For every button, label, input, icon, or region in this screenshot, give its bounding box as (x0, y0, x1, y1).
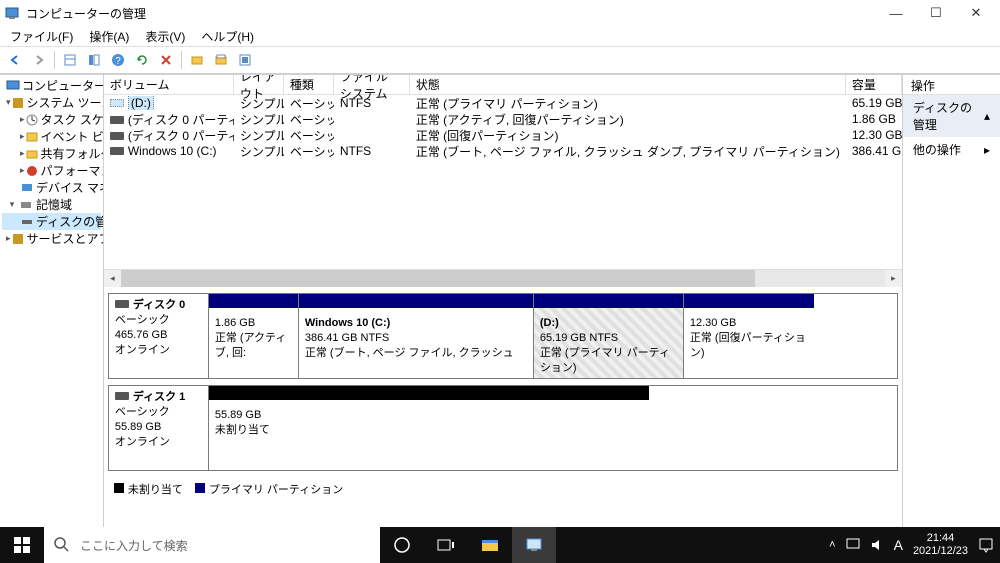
scroll-right-icon[interactable]: ▸ (885, 270, 902, 287)
tb-delete-icon[interactable] (155, 49, 177, 71)
tree-shared-folders[interactable]: ▸共有フォルダー (2, 145, 101, 162)
tools-icon (11, 95, 25, 111)
menu-help[interactable]: ヘルプ(H) (195, 26, 260, 47)
tb-icon-1[interactable] (59, 49, 81, 71)
nav-tree[interactable]: コンピューターの管理 (ローカル) ▾システム ツール ▸タスク スケジューラ … (0, 75, 104, 527)
volume-row[interactable]: (D:)シンプルベーシックNTFS正常 (プライマリ パーティション)65.19… (104, 95, 902, 111)
task-view-icon[interactable] (424, 527, 468, 563)
system-tray: ˄ A 21:44 2021/12/23 (823, 532, 1000, 558)
partition[interactable]: 1.86 GB正常 (アクティブ, 回: (209, 294, 299, 378)
computer-icon (6, 78, 20, 94)
tree-root[interactable]: コンピューターの管理 (ローカル) (2, 77, 101, 94)
volume-header: ボリューム レイアウト 種類 ファイル システム 状態 容量 (104, 75, 902, 95)
maximize-button[interactable]: ☐ (916, 0, 956, 26)
col-type[interactable]: 種類 (284, 75, 334, 94)
cortana-icon[interactable] (380, 527, 424, 563)
folder-icon (25, 146, 39, 162)
partition[interactable]: 12.30 GB正常 (回復パーティション) (684, 294, 814, 378)
scroll-left-icon[interactable]: ◂ (104, 270, 121, 287)
scroll-track[interactable] (121, 270, 885, 287)
volume-row[interactable]: Windows 10 (C:)シンプルベーシックNTFS正常 (ブート, ページ… (104, 143, 902, 159)
event-icon (25, 129, 39, 145)
actions-header: 操作 (903, 75, 1000, 95)
volume-row[interactable]: (ディスク 0 パーティション 1)シンプルベーシック正常 (アクティブ, 回復… (104, 111, 902, 127)
h-scrollbar[interactable]: ◂ ▸ (104, 269, 902, 286)
clock-icon (25, 112, 39, 128)
tree-performance[interactable]: ▸パフォーマンス (2, 162, 101, 179)
app-icon (4, 5, 20, 21)
collapse-icon: ▴ (984, 109, 990, 123)
minimize-button[interactable]: — (876, 0, 916, 26)
back-button[interactable] (4, 49, 26, 71)
col-layout[interactable]: レイアウト (234, 75, 284, 94)
tree-task-scheduler[interactable]: ▸タスク スケジューラ (2, 111, 101, 128)
disk-graphical-view: ディスク 0ベーシック465.76 GBオンライン1.86 GB正常 (アクティ… (104, 287, 902, 527)
partition[interactable]: Windows 10 (C:)386.41 GB NTFS正常 (ブート, ペー… (299, 294, 534, 378)
volume-body[interactable]: (D:)シンプルベーシックNTFS正常 (プライマリ パーティション)65.19… (104, 95, 902, 269)
tb-icon-5[interactable] (186, 49, 208, 71)
menu-file[interactable]: ファイル(F) (4, 26, 79, 47)
expand-icon: ▸ (984, 143, 990, 157)
partition[interactable]: (D:)65.19 GB NTFS正常 (プライマリ パーティション) (534, 294, 684, 378)
tb-icon-2[interactable] (83, 49, 105, 71)
network-icon[interactable] (846, 538, 860, 552)
partition[interactable]: 55.89 GB未割り当て (209, 386, 649, 470)
device-icon (20, 180, 34, 196)
taskbar: ここに入力して検索 ˄ A 21:44 2021/12/23 (0, 527, 1000, 563)
explorer-icon[interactable] (468, 527, 512, 563)
tb-refresh-icon[interactable] (131, 49, 153, 71)
window-title: コンピューターの管理 (26, 5, 876, 22)
volume-row[interactable]: (ディスク 0 パーティション 4)シンプルベーシック正常 (回復パーティション… (104, 127, 902, 143)
col-volume[interactable]: ボリューム (104, 75, 234, 94)
tb-icon-7[interactable] (234, 49, 256, 71)
taskbar-search[interactable]: ここに入力して検索 (44, 527, 380, 563)
tree-disk-management[interactable]: ディスクの管理 (2, 213, 101, 230)
menu-view[interactable]: 表示(V) (139, 26, 191, 47)
compmgmt-taskbar-icon[interactable] (512, 527, 556, 563)
tb-help-icon[interactable]: ? (107, 49, 129, 71)
menu-action[interactable]: 操作(A) (83, 26, 135, 47)
titlebar: コンピューターの管理 — ☐ ✕ (0, 0, 1000, 26)
ime-indicator[interactable]: A (894, 537, 903, 553)
actions-pane: 操作 ディスクの管理▴ 他の操作▸ (903, 75, 1000, 527)
taskbar-clock[interactable]: 21:44 2021/12/23 (913, 532, 968, 558)
tree-services[interactable]: ▸サービスとアプリケーション (2, 230, 101, 247)
disk-label[interactable]: ディスク 0ベーシック465.76 GBオンライン (109, 294, 209, 378)
tree-system-tools[interactable]: ▾システム ツール (2, 94, 101, 111)
col-fs[interactable]: ファイル システム (334, 75, 410, 94)
menubar: ファイル(F) 操作(A) 表示(V) ヘルプ(H) (0, 26, 1000, 46)
services-icon (11, 231, 25, 247)
volume-table: ボリューム レイアウト 種類 ファイル システム 状態 容量 (D:)シンプルベ… (104, 75, 902, 287)
disk-row: ディスク 1ベーシック55.89 GBオンライン55.89 GB未割り当て (108, 385, 898, 471)
tree-device-manager[interactable]: デバイス マネージャー (2, 179, 101, 196)
notification-icon[interactable] (978, 537, 994, 553)
perf-icon (25, 163, 39, 179)
col-status[interactable]: 状態 (410, 75, 846, 94)
tree-storage[interactable]: ▾記憶域 (2, 196, 101, 213)
scroll-thumb[interactable] (121, 270, 755, 287)
close-button[interactable]: ✕ (956, 0, 996, 26)
toolbar: ? (0, 46, 1000, 74)
col-capacity[interactable]: 容量 (846, 75, 902, 94)
search-icon (54, 537, 70, 553)
start-button[interactable] (0, 527, 44, 563)
svg-text:?: ? (115, 56, 121, 67)
disk-row: ディスク 0ベーシック465.76 GBオンライン1.86 GB正常 (アクティ… (108, 293, 898, 379)
disk-icon (20, 214, 34, 230)
caret-down-icon: ▾ (6, 199, 18, 210)
tree-event-viewer[interactable]: ▸イベント ビューアー (2, 128, 101, 145)
tray-chevron-icon[interactable]: ˄ (829, 539, 835, 551)
tb-icon-6[interactable] (210, 49, 232, 71)
legend: 未割り当てプライマリ パーティション (108, 477, 898, 501)
storage-icon (18, 197, 34, 213)
forward-button[interactable] (28, 49, 50, 71)
volume-icon[interactable] (870, 538, 884, 552)
disk-label[interactable]: ディスク 1ベーシック55.89 GBオンライン (109, 386, 209, 470)
actions-diskmgmt[interactable]: ディスクの管理▴ (903, 95, 1000, 137)
actions-other[interactable]: 他の操作▸ (903, 137, 1000, 162)
